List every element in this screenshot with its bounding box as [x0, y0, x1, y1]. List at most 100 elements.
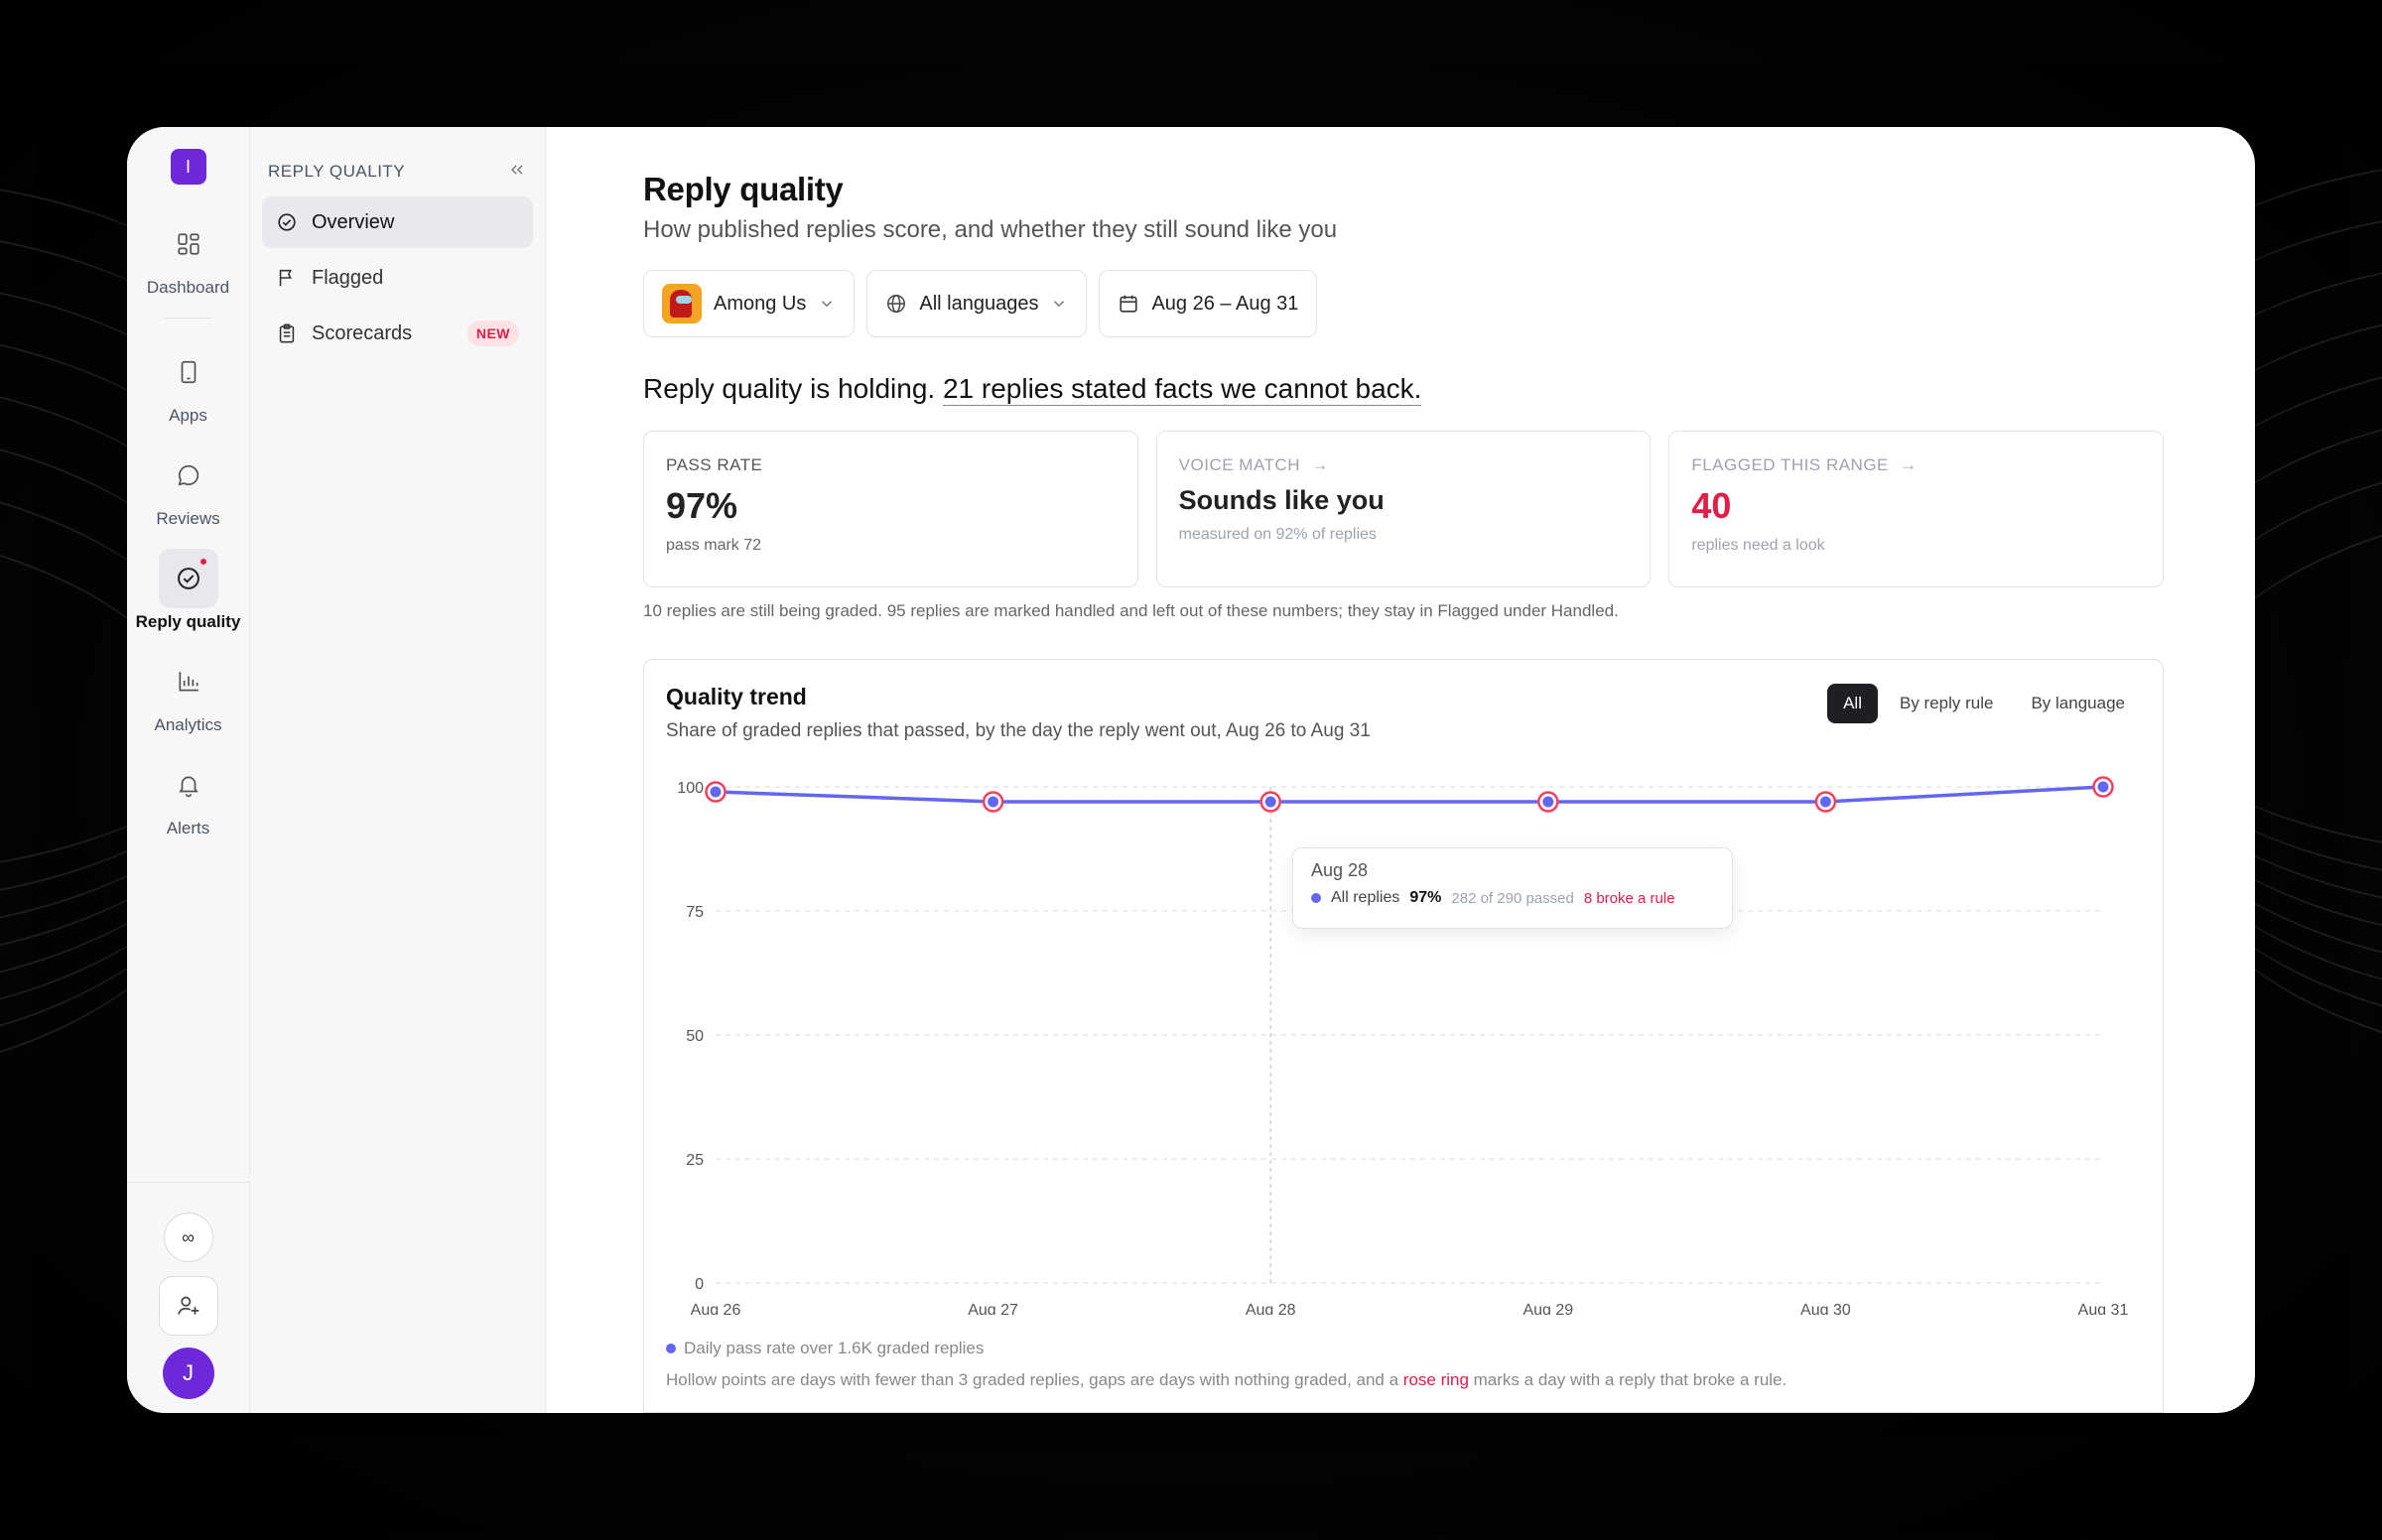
pass-rate-card: PASS RATE 97% pass mark 72: [643, 431, 1138, 587]
rail-item-alerts[interactable]: Alerts: [127, 755, 250, 838]
date-range-picker[interactable]: Aug 26 – Aug 31: [1099, 270, 1318, 337]
metric-cards: PASS RATE 97% pass mark 72 VOICE MATCH →…: [643, 431, 2165, 587]
data-point: [988, 796, 999, 808]
tooltip-broke[interactable]: 8 broke a rule: [1584, 890, 1675, 907]
y-tick-label: 75: [686, 904, 704, 921]
rail-item-dashboard[interactable]: Dashboard: [127, 214, 250, 298]
page-subtitle: How published replies score, and whether…: [643, 216, 1338, 243]
bar-chart-icon: [159, 652, 218, 711]
rail-label: Dashboard: [146, 278, 230, 297]
arrow-right-icon: →: [1311, 455, 1329, 474]
sidebar-item-label: Overview: [312, 210, 395, 233]
filter-bar: Among Us All languages Aug 26 – Aug 31: [643, 270, 2164, 337]
card-label: VOICE MATCH →: [1178, 455, 1329, 474]
sidebar-item-overview[interactable]: Overview: [262, 196, 533, 248]
voice-match-coverage: measured on 92% of replies: [1178, 526, 1377, 543]
chat-bubble-icon: [159, 446, 218, 505]
main-content: Reply quality How published replies scor…: [546, 127, 2255, 1413]
tab-by-reply-rule[interactable]: By reply rule: [1884, 684, 2009, 723]
grading-note: 10 replies are still being graded. 95 re…: [643, 601, 1619, 620]
rail-label: Reply quality: [135, 612, 241, 631]
app-logo[interactable]: I: [170, 149, 206, 185]
infinity-button[interactable]: ∞: [163, 1213, 213, 1262]
flagged-card[interactable]: FLAGGED THIS RANGE → 40 replies need a l…: [1668, 431, 2165, 587]
sidebar-item-label: Scorecards: [312, 321, 413, 344]
app-select[interactable]: Among Us: [643, 270, 856, 337]
section-sidebar: REPLY QUALITY Overview Flagged Scorecard…: [250, 127, 546, 1413]
invite-user-button[interactable]: [158, 1276, 218, 1336]
sidebar-header: REPLY QUALITY: [262, 151, 533, 192]
tooltip-pct: 97%: [1409, 889, 1442, 906]
headline-lead: Reply quality is holding.: [643, 373, 936, 404]
dashboard-icon: [159, 214, 218, 274]
language-select-value: All languages: [919, 292, 1039, 315]
card-label: FLAGGED THIS RANGE →: [1691, 455, 1918, 474]
app-window: I Dashboard Apps Reviews Reply quality A…: [127, 127, 2255, 1413]
check-circle-icon: [158, 549, 218, 608]
collapse-sidebar-button[interactable]: [507, 160, 527, 185]
avatar[interactable]: J: [162, 1348, 214, 1399]
app-select-value: Among Us: [714, 292, 807, 315]
sidebar-item-label: Flagged: [312, 266, 384, 289]
rail-item-analytics[interactable]: Analytics: [127, 652, 250, 735]
tooltip-row: All replies 97% 282 of 290 passed 8 brok…: [1311, 889, 1714, 907]
chart-title: Quality trend: [666, 684, 807, 709]
sidebar-item-scorecards[interactable]: Scorecards NEW: [262, 308, 533, 359]
rail-item-reviews[interactable]: Reviews: [127, 446, 250, 529]
arrow-right-icon: →: [1900, 455, 1918, 474]
x-tick-label: Aug 26: [691, 1302, 741, 1315]
x-tick-label: Aug 28: [1246, 1302, 1296, 1315]
sidebar-item-flagged[interactable]: Flagged: [262, 252, 533, 304]
clipboard-icon: [276, 322, 298, 344]
trend-segmented-control: All By reply rule By language: [1827, 684, 2141, 723]
legend-swatch: [666, 1344, 676, 1353]
data-point: [1264, 796, 1276, 808]
rail-divider: [164, 318, 212, 319]
pass-mark: pass mark 72: [666, 537, 762, 554]
globe-icon: [887, 295, 906, 313]
voice-match-card[interactable]: VOICE MATCH → Sounds like you measured o…: [1155, 431, 1652, 587]
chart-header: Quality trend Share of graded replies th…: [666, 684, 2141, 742]
flagged-value: 40: [1691, 485, 1732, 526]
rail-label: Alerts: [166, 819, 210, 837]
chart-subtitle: Share of graded replies that passed, by …: [666, 720, 1371, 741]
phone-icon: [159, 342, 218, 402]
card-label: PASS RATE: [666, 455, 763, 474]
rose-ring-term: rose ring: [1402, 1370, 1469, 1389]
rail-item-reply-quality[interactable]: Reply quality: [127, 549, 250, 632]
x-tick-label: Aug 29: [1522, 1302, 1573, 1315]
y-tick-label: 50: [686, 1028, 704, 1045]
y-tick-label: 100: [677, 780, 704, 797]
y-tick-label: 0: [695, 1276, 704, 1293]
sidebar-title: REPLY QUALITY: [268, 162, 406, 181]
calendar-icon: [1120, 295, 1138, 313]
chart-legend: Daily pass rate over 1.6K graded replies: [666, 1339, 984, 1358]
tooltip-date: Aug 28: [1311, 860, 1369, 880]
new-badge: NEW: [466, 321, 519, 346]
data-point: [1542, 796, 1554, 808]
chevron-down-icon: [1054, 301, 1065, 308]
unsupported-facts-link[interactable]: 21 replies stated facts we cannot back.: [942, 373, 1422, 406]
chart-tooltip: Aug 28 All replies 97% 282 of 290 passed…: [1292, 847, 1733, 929]
series-swatch: [1311, 893, 1321, 903]
user-plus-icon: [177, 1296, 198, 1315]
check-circle-icon: [276, 211, 298, 233]
bell-icon: [159, 755, 218, 815]
chevrons-left-icon: [510, 164, 523, 175]
y-tick-label: 25: [686, 1152, 704, 1169]
rail-label: Apps: [169, 406, 207, 425]
x-tick-label: Aug 27: [968, 1302, 1018, 1315]
tab-by-language[interactable]: By language: [2015, 684, 2141, 723]
flagged-sub: replies need a look: [1691, 537, 1825, 554]
rail-label: Reviews: [156, 509, 220, 528]
chevron-down-icon: [822, 301, 833, 308]
language-select[interactable]: All languages: [866, 270, 1088, 337]
notification-dot: [198, 557, 208, 567]
tab-all[interactable]: All: [1827, 684, 1878, 723]
chart-footnote: Hollow points are days with fewer than 3…: [666, 1370, 1787, 1389]
rail-item-apps[interactable]: Apps: [127, 342, 250, 426]
nav-rail: I Dashboard Apps Reviews Reply quality A…: [127, 127, 250, 1413]
app-thumbnail: [662, 284, 702, 323]
x-tick-label: Aug 30: [1800, 1302, 1851, 1315]
pass-rate-value: 97%: [666, 485, 738, 526]
